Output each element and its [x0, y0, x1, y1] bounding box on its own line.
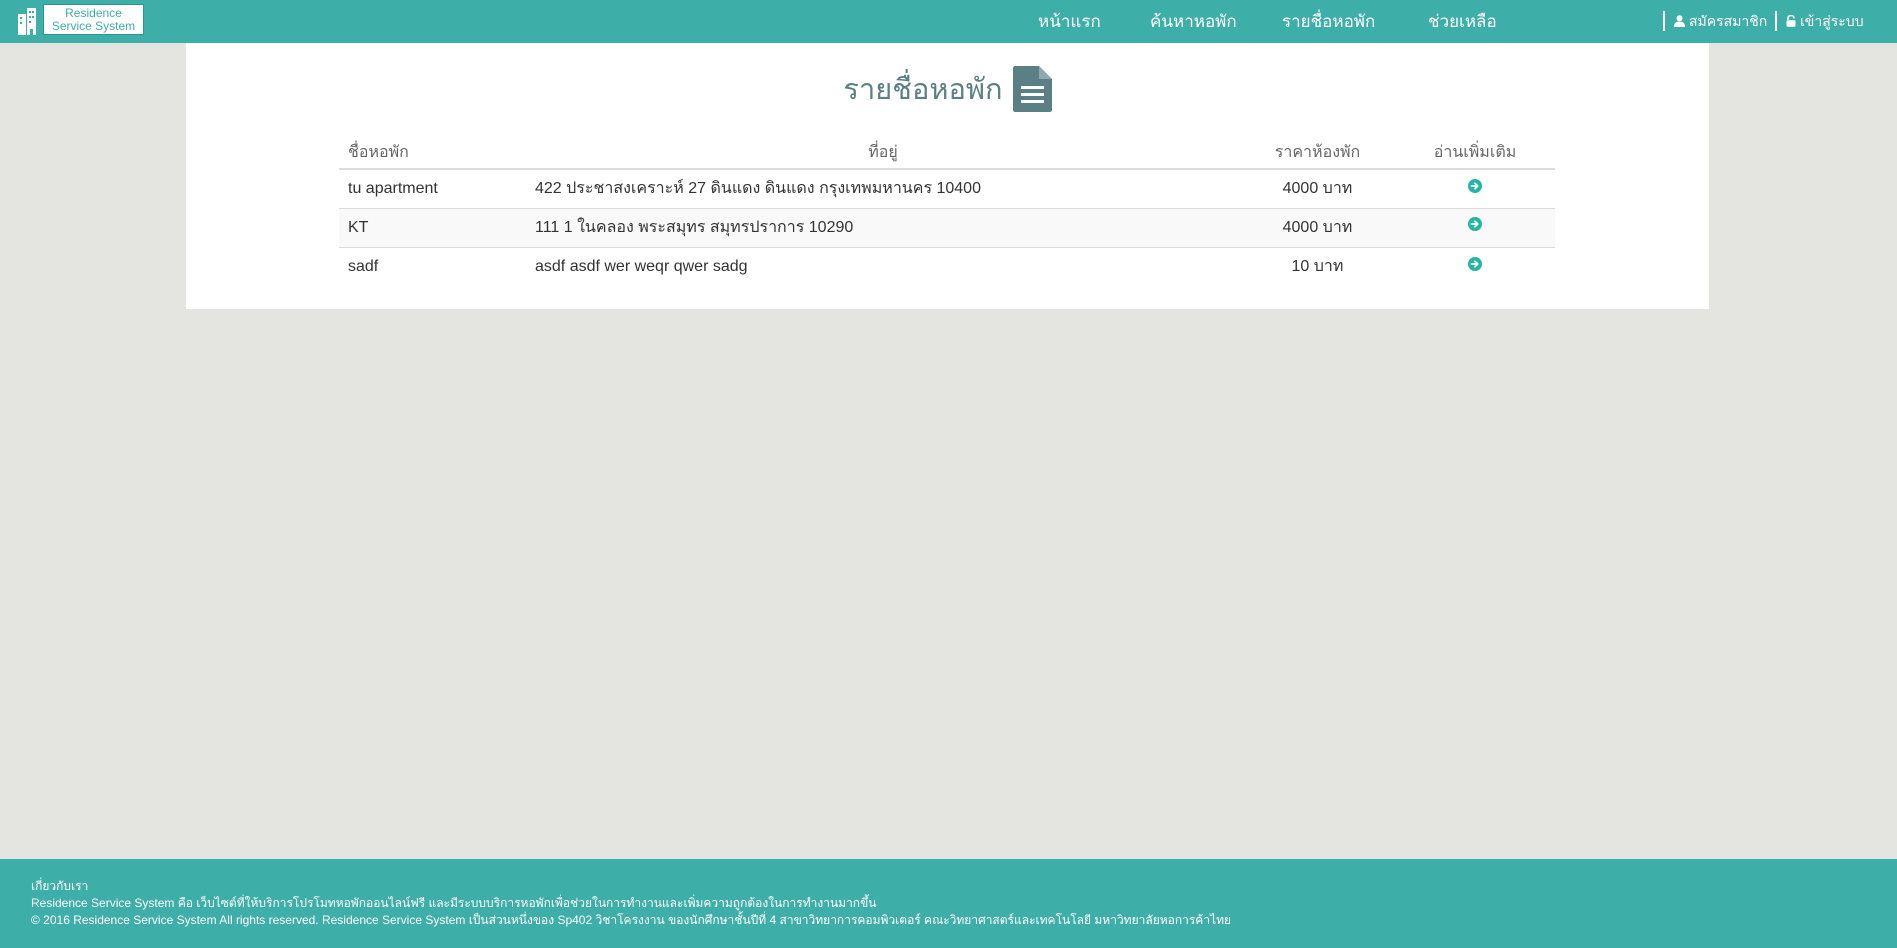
- dorm-table: ชื่อหอพัก ที่อยู่ ราคาห้องพัก อ่านเพิ่มเ…: [339, 136, 1555, 286]
- table-header-row: ชื่อหอพัก ที่อยู่ ราคาห้องพัก อ่านเพิ่มเ…: [339, 136, 1555, 170]
- cell-address: asdf asdf wer weqr qwer sadg: [526, 246, 1240, 286]
- page-title-text: รายชื่อหอพัก: [843, 74, 1003, 106]
- cell-price: 10 บาท: [1240, 246, 1395, 286]
- nav-dorm-list[interactable]: รายชื่อหอพัก: [1282, 0, 1375, 43]
- footer-about-heading: เกี่ยวกับเรา: [31, 879, 89, 893]
- cell-more: [1395, 246, 1555, 286]
- cell-more: [1395, 168, 1555, 208]
- nav-help[interactable]: ช่วยเหลือ: [1428, 0, 1497, 43]
- login-link[interactable]: เข้าสู่ระบบ: [1775, 11, 1864, 31]
- table-row: sadf asdf asdf wer weqr qwer sadg 10 บาท: [339, 246, 1555, 286]
- unlock-icon: [1786, 15, 1796, 27]
- login-label: เข้าสู่ระบบ: [1800, 13, 1864, 29]
- page-title: รายชื่อหอพัก: [186, 66, 1709, 112]
- cell-address: 111 1 ในคลอง พระสมุทร สมุทรปราการ 10290: [526, 207, 1240, 247]
- col-header-price: ราคาห้องพัก: [1240, 136, 1395, 170]
- col-header-more: อ่านเพิ่มเติม: [1395, 136, 1555, 170]
- register-link[interactable]: สมัครสมาชิก: [1663, 11, 1767, 31]
- nav-home[interactable]: หน้าแรก: [1038, 0, 1101, 43]
- col-header-name: ชื่อหอพัก: [339, 136, 526, 170]
- cell-name: sadf: [339, 246, 526, 286]
- content-panel: รายชื่อหอพัก ชื่อหอพัก ที่อยู่ ราคาห้องพ…: [186, 43, 1709, 309]
- cell-name: tu apartment: [339, 168, 526, 208]
- footer-about-text: Residence Service System คือ เว็บไซต์ที่…: [31, 896, 877, 910]
- nav-search-dorm[interactable]: ค้นหาหอพัก: [1150, 0, 1237, 43]
- table-row: tu apartment 422 ประชาสงเคราะห์ 27 ดินแด…: [339, 168, 1555, 208]
- table-row: KT 111 1 ในคลอง พระสมุทร สมุทรปราการ 102…: [339, 207, 1555, 247]
- cell-more: [1395, 207, 1555, 247]
- cell-price: 4000 บาท: [1240, 207, 1395, 247]
- cell-name: KT: [339, 207, 526, 247]
- document-icon: [1012, 66, 1052, 112]
- arrow-circle-right-icon[interactable]: [1468, 217, 1482, 232]
- top-navbar: Residence Service System หน้าแรก ค้นหาหอ…: [0, 0, 1897, 43]
- footer: เกี่ยวกับเรา Residence Service System คื…: [0, 859, 1897, 948]
- cell-price: 4000 บาท: [1240, 168, 1395, 208]
- cell-address: 422 ประชาสงเคราะห์ 27 ดินแดง ดินแดง กรุง…: [526, 168, 1240, 208]
- col-header-address: ที่อยู่: [526, 136, 1240, 170]
- main-nav: หน้าแรก ค้นหาหอพัก รายชื่อหอพัก ช่วยเหลื…: [0, 0, 1897, 43]
- user-icon: [1674, 15, 1685, 27]
- arrow-circle-right-icon[interactable]: [1468, 178, 1482, 193]
- footer-copyright: © 2016 Residence Service System All righ…: [31, 913, 1232, 927]
- arrow-circle-right-icon[interactable]: [1468, 256, 1482, 271]
- register-label: สมัครสมาชิก: [1689, 13, 1768, 29]
